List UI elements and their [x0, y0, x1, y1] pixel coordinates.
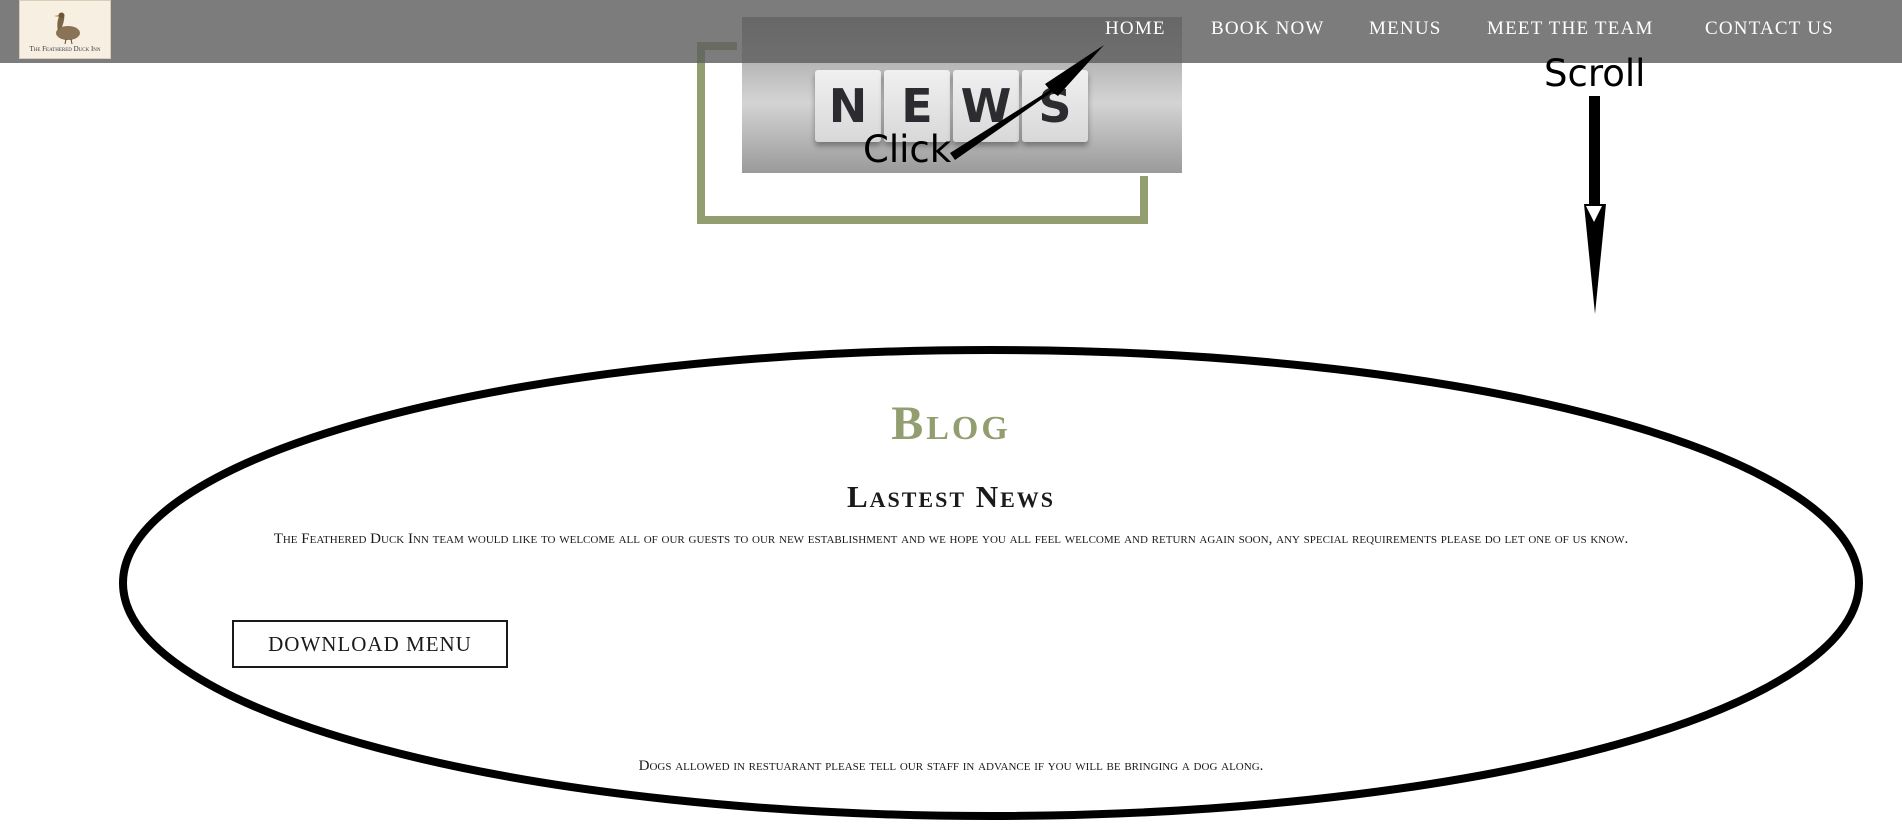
scroll-annotation-label: Scroll — [1544, 52, 1646, 95]
news-tile-s: S — [1022, 70, 1088, 142]
duck-icon — [54, 12, 80, 45]
nav-contact-us[interactable]: CONTACT US — [1705, 18, 1834, 40]
nav-home[interactable]: HOME — [1105, 18, 1166, 40]
scroll-arrow-shaft — [1589, 96, 1600, 208]
logo-text: The Feathered Duck Inn — [29, 45, 101, 53]
nav-menus[interactable]: MENUS — [1369, 18, 1442, 40]
nav-meet-the-team[interactable]: MEET THE TEAM — [1487, 18, 1654, 40]
blog-subtitle: Lastest News — [846, 479, 1056, 514]
scroll-arrow-icon — [1584, 204, 1606, 314]
blog-title: Blog — [891, 397, 1011, 450]
nav-book-now[interactable]: BOOK NOW — [1211, 18, 1325, 40]
news-tile-w: W — [953, 70, 1019, 142]
site-logo[interactable]: The Feathered Duck Inn — [19, 0, 111, 59]
dogs-policy-note: Dogs allowed in restuarant please tell o… — [638, 758, 1264, 774]
blog-body-text: The Feathered Duck Inn team would like t… — [273, 531, 1629, 547]
click-annotation-label: Click — [863, 128, 952, 171]
download-menu-button[interactable]: DOWNLOAD MENU — [232, 620, 508, 668]
